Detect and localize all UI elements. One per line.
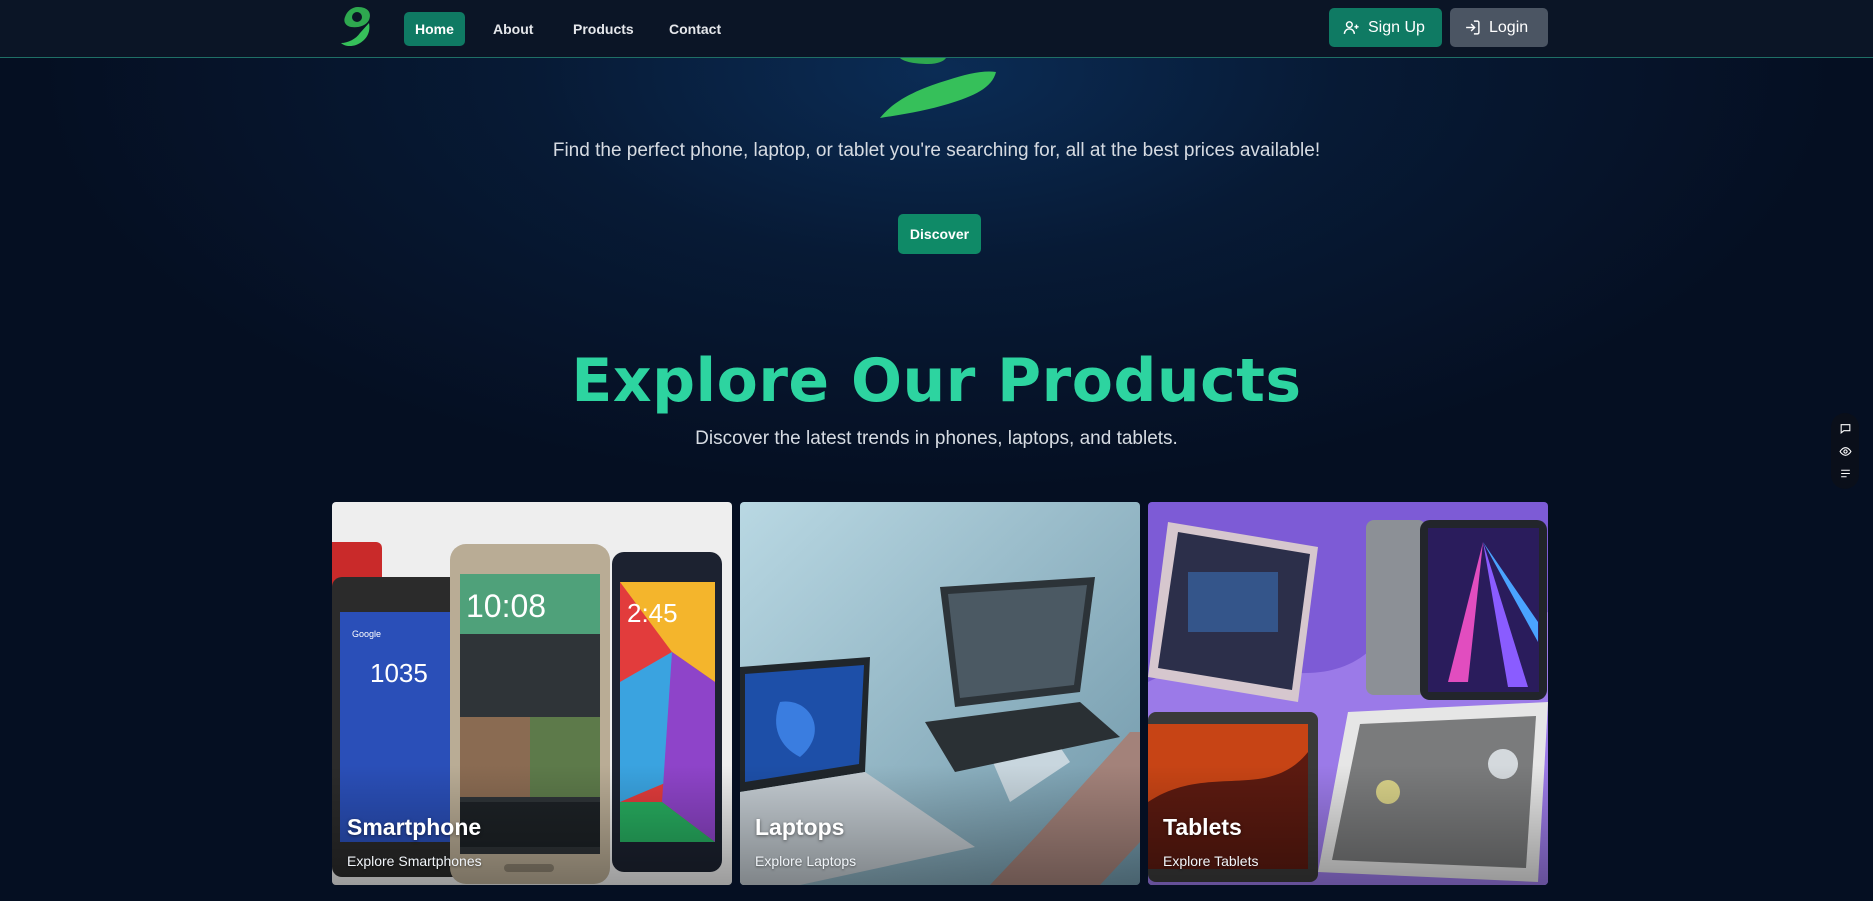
hero-logo-icon <box>880 58 996 118</box>
svg-text:10:08: 10:08 <box>466 588 546 624</box>
navbar: Home About Products Contact Sign Up Logi… <box>0 0 1873 58</box>
list-icon[interactable] <box>1839 467 1852 480</box>
login-icon <box>1466 20 1480 35</box>
card-subtitle[interactable]: Explore Laptops <box>755 853 856 869</box>
product-card-tablets[interactable]: Tablets Explore Tablets <box>1148 502 1548 885</box>
logo-icon[interactable] <box>338 5 374 47</box>
svg-text:Google: Google <box>352 629 381 639</box>
products-title: Explore Our Products <box>571 346 1302 416</box>
login-label: Login <box>1489 18 1529 36</box>
side-widget <box>1831 413 1859 489</box>
product-card-smartphone[interactable]: Google 1035 2:45 10:08 Smartphone Explor… <box>332 502 732 885</box>
products-subtitle: Discover the latest trends in phones, la… <box>695 428 1178 449</box>
chat-icon[interactable] <box>1839 422 1852 435</box>
login-button[interactable]: Login <box>1450 8 1548 47</box>
eye-icon[interactable] <box>1838 445 1852 458</box>
card-title: Smartphone <box>347 814 482 840</box>
nav-about[interactable]: About <box>482 12 544 46</box>
nav-home[interactable]: Home <box>404 12 465 46</box>
svg-text:2:45: 2:45 <box>627 598 678 628</box>
card-title: Laptops <box>755 814 845 840</box>
user-plus-icon <box>1343 21 1359 34</box>
product-card-laptops[interactable]: Laptops Explore Laptops <box>740 502 1140 885</box>
hero-tagline: Find the perfect phone, laptop, or table… <box>552 140 1321 161</box>
card-title: Tablets <box>1163 814 1242 840</box>
card-subtitle[interactable]: Explore Tablets <box>1163 853 1258 869</box>
signup-button[interactable]: Sign Up <box>1329 8 1442 47</box>
card-subtitle[interactable]: Explore Smartphones <box>347 853 482 869</box>
nav-products[interactable]: Products <box>562 12 645 46</box>
signup-label: Sign Up <box>1368 18 1425 36</box>
discover-button[interactable]: Discover <box>898 214 981 254</box>
nav-contact[interactable]: Contact <box>658 12 732 46</box>
svg-text:1035: 1035 <box>370 658 428 688</box>
